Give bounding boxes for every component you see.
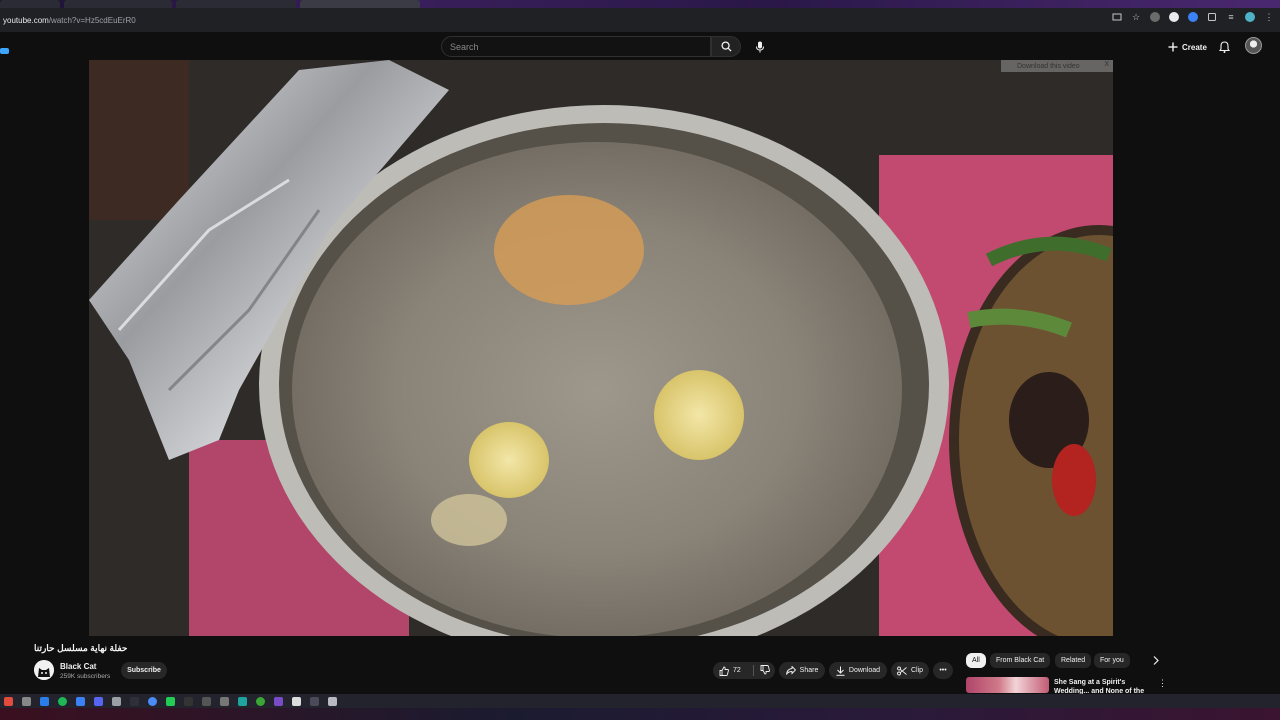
- share-button[interactable]: Share: [779, 662, 825, 679]
- app-icon[interactable]: [274, 696, 283, 706]
- create-button[interactable]: Create: [1164, 38, 1211, 56]
- search-button[interactable]: [711, 36, 741, 57]
- app-icon[interactable]: [184, 696, 193, 706]
- bell-icon: [1218, 41, 1230, 53]
- download-label: Download: [848, 667, 881, 674]
- kebab-menu-icon[interactable]: ⋮: [1264, 12, 1274, 22]
- recommended-more-icon[interactable]: ⋮: [1158, 678, 1167, 689]
- app-icon[interactable]: [40, 696, 49, 706]
- share-icon: [785, 666, 796, 675]
- download-icon: [836, 666, 845, 676]
- search-box[interactable]: [441, 36, 711, 57]
- chips-next-button[interactable]: [1148, 653, 1164, 668]
- chip-from-channel[interactable]: From Black Cat: [990, 653, 1051, 668]
- subscriber-count: 259K subscribers: [60, 673, 111, 680]
- browser-tab[interactable]: [0, 0, 60, 8]
- bookmark-star-icon[interactable]: ☆: [1131, 12, 1141, 22]
- channel-avatar[interactable]: [34, 660, 54, 680]
- app-icon[interactable]: [292, 696, 301, 706]
- like-divider: [753, 665, 754, 676]
- scissors-icon: [897, 666, 907, 675]
- youtube-masthead: Create: [0, 32, 1280, 60]
- menu-icon[interactable]: ≡: [1226, 12, 1236, 22]
- recommended-video-thumbnail[interactable]: [966, 677, 1049, 693]
- download-banner-label: Download this video: [1017, 62, 1080, 70]
- video-frame: [89, 60, 1113, 636]
- chip-related[interactable]: Related: [1055, 653, 1092, 668]
- app-icon[interactable]: [130, 696, 139, 706]
- profile-icon[interactable]: [1245, 12, 1255, 22]
- youtube-logo[interactable]: [0, 41, 9, 54]
- taskbar-icons: [0, 694, 1280, 708]
- url-text[interactable]: youtube.com/watch?v=Hz5cdEuErR0: [3, 16, 136, 25]
- browser-tab[interactable]: [64, 0, 172, 8]
- clip-label: Clip: [910, 667, 924, 674]
- browser-extensions: ☆ ≡ ⋮: [1112, 12, 1274, 22]
- spotify-icon[interactable]: [58, 696, 67, 706]
- address-bar[interactable]: youtube.com/watch?v=Hz5cdEuErR0 ☆ ≡ ⋮: [0, 8, 1280, 32]
- search-input[interactable]: [442, 37, 710, 57]
- app-icon[interactable]: [112, 696, 121, 706]
- wooden-box: [89, 60, 189, 220]
- plus-icon: [1168, 42, 1178, 52]
- account-avatar[interactable]: [1245, 37, 1262, 54]
- app-icon[interactable]: [148, 696, 157, 706]
- subscribe-button[interactable]: Subscribe: [121, 662, 167, 679]
- browser-tab-strip: [0, 0, 1280, 8]
- app-icon[interactable]: [22, 696, 31, 706]
- video-player[interactable]: [89, 60, 1113, 636]
- url-path: /watch?v=Hz5cdEuErR0: [48, 15, 136, 25]
- download-banner-close[interactable]: X: [1104, 61, 1109, 68]
- app-icon[interactable]: [220, 696, 229, 706]
- download-video-banner[interactable]: Download this video X: [1001, 60, 1113, 72]
- cast-icon[interactable]: [1112, 12, 1122, 22]
- thumbs-up-icon[interactable]: [719, 666, 729, 676]
- app-icon[interactable]: [202, 696, 211, 706]
- microphone-icon: [756, 41, 764, 53]
- chip-for-you[interactable]: For you: [1094, 653, 1130, 668]
- voice-search-button[interactable]: [750, 37, 770, 57]
- cat-icon: [34, 660, 54, 680]
- app-icon[interactable]: [94, 696, 103, 706]
- thumbs-down-icon[interactable]: [760, 665, 770, 675]
- more-dots-icon: •••: [939, 667, 947, 674]
- notifications-button[interactable]: [1215, 38, 1233, 56]
- lemon-slice: [469, 422, 549, 498]
- clip-button[interactable]: Clip: [891, 662, 929, 679]
- chip-all[interactable]: All: [966, 653, 986, 668]
- recommended-video-title[interactable]: She Sang at a Spirit's Wedding... and No…: [1054, 678, 1157, 694]
- app-icon[interactable]: [166, 696, 175, 706]
- like-dislike-group: 72: [713, 662, 775, 679]
- puzzle-icon[interactable]: [1207, 12, 1217, 22]
- app-icon[interactable]: [76, 696, 85, 706]
- url-host: youtube.com: [3, 15, 49, 25]
- browser-tab-active[interactable]: [300, 0, 420, 8]
- channel-name[interactable]: Black Cat: [60, 662, 96, 671]
- extension-icon[interactable]: [1169, 12, 1179, 22]
- app-icon[interactable]: [238, 696, 247, 706]
- extension-icon[interactable]: [1188, 12, 1198, 22]
- browser-tab[interactable]: [176, 0, 296, 8]
- app-icon[interactable]: [256, 696, 265, 706]
- app-icon[interactable]: [328, 696, 337, 706]
- like-count[interactable]: 72: [733, 667, 741, 674]
- more-actions-button[interactable]: •••: [933, 662, 953, 679]
- lemon-slice: [654, 370, 744, 460]
- video-title: حفلة نهاية مسلسل حارتنا: [34, 643, 128, 653]
- app-icon[interactable]: [310, 696, 319, 706]
- extension-icon[interactable]: [1150, 12, 1160, 22]
- desktop-wallpaper-strip: [0, 708, 1280, 720]
- share-label: Share: [799, 667, 819, 674]
- download-button[interactable]: Download: [829, 662, 887, 679]
- app-icon[interactable]: [4, 696, 13, 706]
- chevron-right-icon: [1153, 656, 1159, 665]
- os-taskbar: [0, 694, 1280, 720]
- search-icon: [720, 41, 732, 52]
- create-label: Create: [1182, 42, 1207, 52]
